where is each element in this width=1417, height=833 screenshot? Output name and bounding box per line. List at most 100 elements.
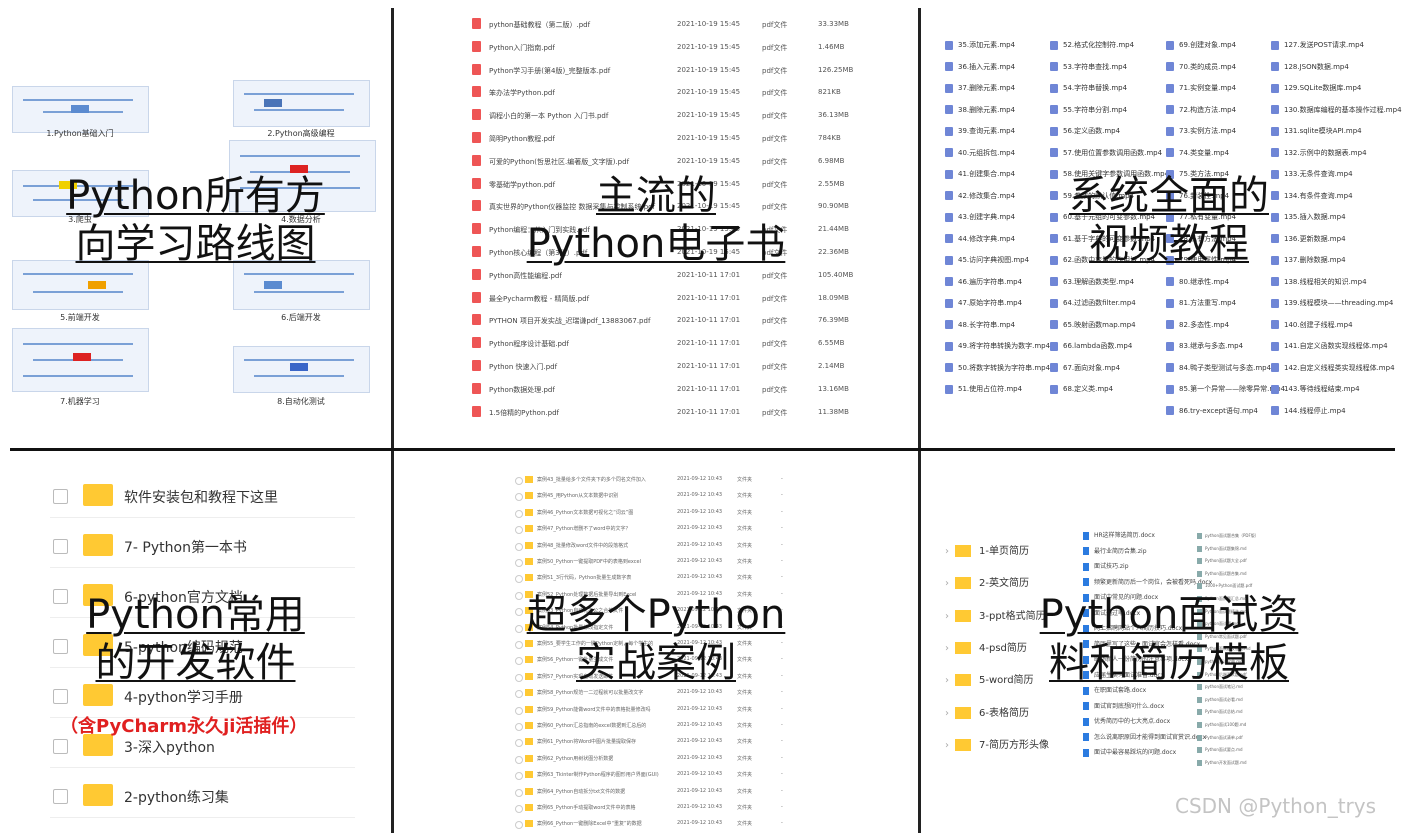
software-panel: Python常用 的开发软件 [0, 451, 391, 833]
file-size: 76.39MB [818, 316, 849, 325]
mindmap-caption-8: 8.自动化测试 [277, 397, 325, 406]
roadmap-title-line-1: Python所有方 [66, 173, 325, 219]
file-size: 18.09MB [818, 293, 849, 302]
ebooks-title-line-1: 主流的 [596, 173, 716, 219]
file-row[interactable]: 调程小白的第一本 Python 入门书.pdf 2021-10-19 15:45 p… [472, 105, 862, 125]
pdf-icon [472, 18, 481, 29]
videos-title-line-2: 视频教程 [1089, 221, 1249, 267]
pdf-icon [472, 360, 481, 371]
file-name: Python学习手册(第4版)_完整版本.pdf [489, 66, 611, 75]
file-date: 2021-10-19 15:45 [677, 88, 741, 97]
file-row[interactable]: 可爱的Python(哲思社区.编著版_文字版).pdf 2021-10-19 15… [472, 151, 862, 171]
pdf-icon [472, 382, 481, 394]
mindmap-caption-2: 2.Python高级编程 [267, 129, 335, 138]
file-row[interactable]: Python入门指南.pdf 2021-10-19 15:45 pdf文件 1.46M… [472, 37, 862, 57]
roadmap-title-line-2: 向学习路线图 [75, 221, 316, 267]
mindmap-thumb-1 [12, 86, 149, 133]
file-size: 126.25MB [818, 65, 854, 74]
file-type: pdf文件 [762, 21, 788, 29]
file-type: pdf文件 [762, 408, 788, 417]
cases-title-line-2: 实战案例 [576, 640, 736, 686]
mindmap-thumb-2 [233, 80, 370, 127]
software-note: （含PyCharm永久ji活插件） [60, 716, 308, 737]
file-date: 2021-10-19 15:45 [677, 20, 741, 28]
file-type: pdf文件 [762, 340, 788, 349]
file-type: pdf文件 [762, 385, 788, 394]
file-date: 2021-10-19 15:45 [677, 134, 741, 142]
resume-title: Python面试资 料和简历模板 [921, 591, 1417, 687]
file-type: pdf文件 [762, 317, 788, 326]
ebooks-title: 主流的 Python电子书 [394, 172, 918, 268]
pdf-icon [472, 291, 481, 303]
file-row[interactable]: 笨办法学Python.pdf 2021-10-19 15:45 pdf文件 821KB [472, 82, 862, 102]
mindmap-caption-6: 6.后端开发 [281, 313, 321, 322]
file-date: 2021-10-11 17:01 [677, 270, 741, 279]
file-row[interactable]: 简明Python教程.pdf 2021-10-19 15:45 pdf文件 784KB [472, 128, 862, 148]
file-row[interactable]: Python 快速入门.pdf 2021-10-11 17:01 pdf文件 2.14… [472, 356, 862, 376]
file-size: 2.14MB [818, 362, 845, 370]
file-row[interactable]: Python程序设计基础.pdf 2021-10-11 17:01 pdf文件 6.5… [472, 333, 862, 353]
videos-panel: 系统全面的 视频教程 [921, 0, 1417, 448]
pdf-icon [472, 132, 481, 143]
file-date: 2021-10-11 17:01 [677, 362, 741, 370]
file-name: 调程小白的第一本 Python 入门书.pdf [489, 112, 609, 121]
mindmap-caption-5: 5.前端开发 [60, 313, 100, 322]
cases-title-line-1: 超多个Python [526, 592, 786, 638]
videos-title-line-1: 系统全面的 [1069, 173, 1269, 219]
file-type: pdf文件 [762, 43, 788, 52]
file-row[interactable]: python基础教程（第二版）.pdf 2021-10-19 15:45 pdf文件… [472, 14, 862, 34]
roadmap-panel: 1.Python基础入门 2.Python高级编程 3.爬虫 4.数据分析 5.… [0, 0, 391, 448]
file-size: 11.38MB [818, 407, 849, 416]
file-type: pdf文件 [762, 363, 788, 371]
cases-panel: 超多个Python 实战案例 [394, 451, 918, 833]
file-name: 简明Python教程.pdf [489, 135, 555, 143]
csdn-watermark: CSDN @Python_trys [1175, 794, 1377, 818]
ebooks-title-line-2: Python电子书 [526, 221, 786, 267]
pdf-icon [472, 405, 481, 417]
cases-title: 超多个Python 实战案例 [394, 591, 918, 687]
file-row[interactable]: 最全Pycharm教程 - 精简版.pdf 2021-10-11 17:01 pdf… [472, 288, 862, 308]
file-name: python基础教程（第二版）.pdf [489, 21, 591, 29]
mindmap-thumb-7 [12, 328, 149, 392]
file-size: 6.55MB [818, 339, 845, 348]
file-date: 2021-10-11 17:01 [677, 293, 741, 302]
resume-panel: Python面试资 料和简历模板 [921, 451, 1417, 833]
file-size: 784KB [818, 134, 841, 142]
file-name: Python数据处理.pdf [489, 385, 555, 394]
file-name: Python 快速入门.pdf [489, 363, 558, 371]
file-row[interactable]: Python数据处理.pdf 2021-10-11 17:01 pdf文件 13.16… [472, 379, 862, 399]
file-name: 1.5倍精的Python.pdf [489, 408, 559, 417]
file-type: pdf文件 [762, 135, 788, 143]
file-row[interactable]: Python学习手册(第4版)_完整版本.pdf 2021-10-19 15:45… [472, 60, 862, 80]
pdf-icon [472, 337, 481, 349]
file-date: 2021-10-11 17:01 [677, 339, 741, 348]
file-date: 2021-10-19 15:45 [677, 42, 741, 51]
videos-title: 系统全面的 视频教程 [921, 172, 1417, 268]
software-title-line-2: 的开发软件 [95, 640, 296, 686]
file-size: 6.98MB [818, 156, 845, 165]
pdf-icon [472, 40, 481, 52]
file-row[interactable]: 1.5倍精的Python.pdf 2021-10-11 17:01 pdf文件 11.… [472, 402, 862, 422]
file-size: 13.16MB [818, 384, 849, 393]
file-size: 105.40MB [818, 270, 854, 279]
file-size: 33.33MB [818, 20, 849, 28]
file-size: 36.13MB [818, 111, 849, 120]
file-name: Python高性能编程.pdf [489, 271, 562, 280]
file-size: 1.46MB [818, 42, 845, 51]
resume-title-line-2: 料和简历模板 [1049, 640, 1289, 686]
mindmap-thumb-8 [233, 346, 370, 393]
file-date: 2021-10-11 17:01 [677, 407, 741, 416]
roadmap-title: Python所有方 向学习路线图 [0, 172, 391, 268]
file-name: 可爱的Python(哲思社区.编著版_文字版).pdf [489, 157, 630, 166]
file-date: 2021-10-19 15:45 [677, 65, 741, 74]
file-row[interactable]: PYTHON 项目开发实战_迟瑞谦pdf_13883067.pdf 2021-10… [472, 310, 862, 330]
file-type: pdf文件 [762, 89, 788, 98]
mindmap-caption-1: 1.Python基础入门 [46, 129, 114, 138]
software-title-line-1: Python常用 [86, 592, 305, 638]
file-type: pdf文件 [762, 66, 788, 75]
file-type: pdf文件 [762, 157, 788, 166]
file-size: 821KB [818, 88, 841, 97]
file-name: Python程序设计基础.pdf [489, 340, 569, 349]
pdf-icon [472, 86, 481, 98]
file-name: PYTHON 项目开发实战_迟瑞谦pdf_13883067.pdf [489, 317, 651, 326]
